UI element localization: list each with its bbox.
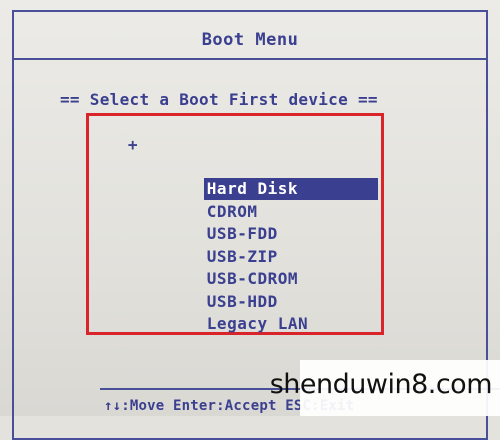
boot-device-hard-disk[interactable]: + Hard Disk	[126, 134, 378, 200]
boot-device-usb-zip[interactable]: USB-ZIP	[126, 202, 378, 266]
boot-device-prompt: == Select a Boot First device ==	[60, 90, 378, 109]
selection-marker-icon: +	[127, 135, 139, 154]
boot-menu-title: Boot Menu	[201, 30, 299, 50]
boot-device-usb-fdd[interactable]: USB-FDD	[126, 179, 378, 243]
boot-device-label: USB-HDD	[206, 291, 278, 311]
boot-device-usb-cdrom[interactable]: USB-CDROM	[126, 224, 378, 288]
boot-device-legacy-lan[interactable]: Legacy LAN	[126, 269, 378, 333]
bios-screen: Boot Menu == Select a Boot First device …	[0, 0, 500, 440]
boot-device-label: Legacy LAN	[206, 314, 309, 333]
watermark-text: shenduwin8.com	[269, 369, 493, 400]
boot-device-list: + Hard Disk CDROM USB-FDD USB-ZIP USB-CD…	[126, 134, 378, 333]
boot-device-usb-hdd[interactable]: USB-HDD	[126, 247, 378, 311]
boot-device-cdrom[interactable]: CDROM	[126, 157, 378, 221]
title-bar: Boot Menu	[12, 10, 488, 60]
